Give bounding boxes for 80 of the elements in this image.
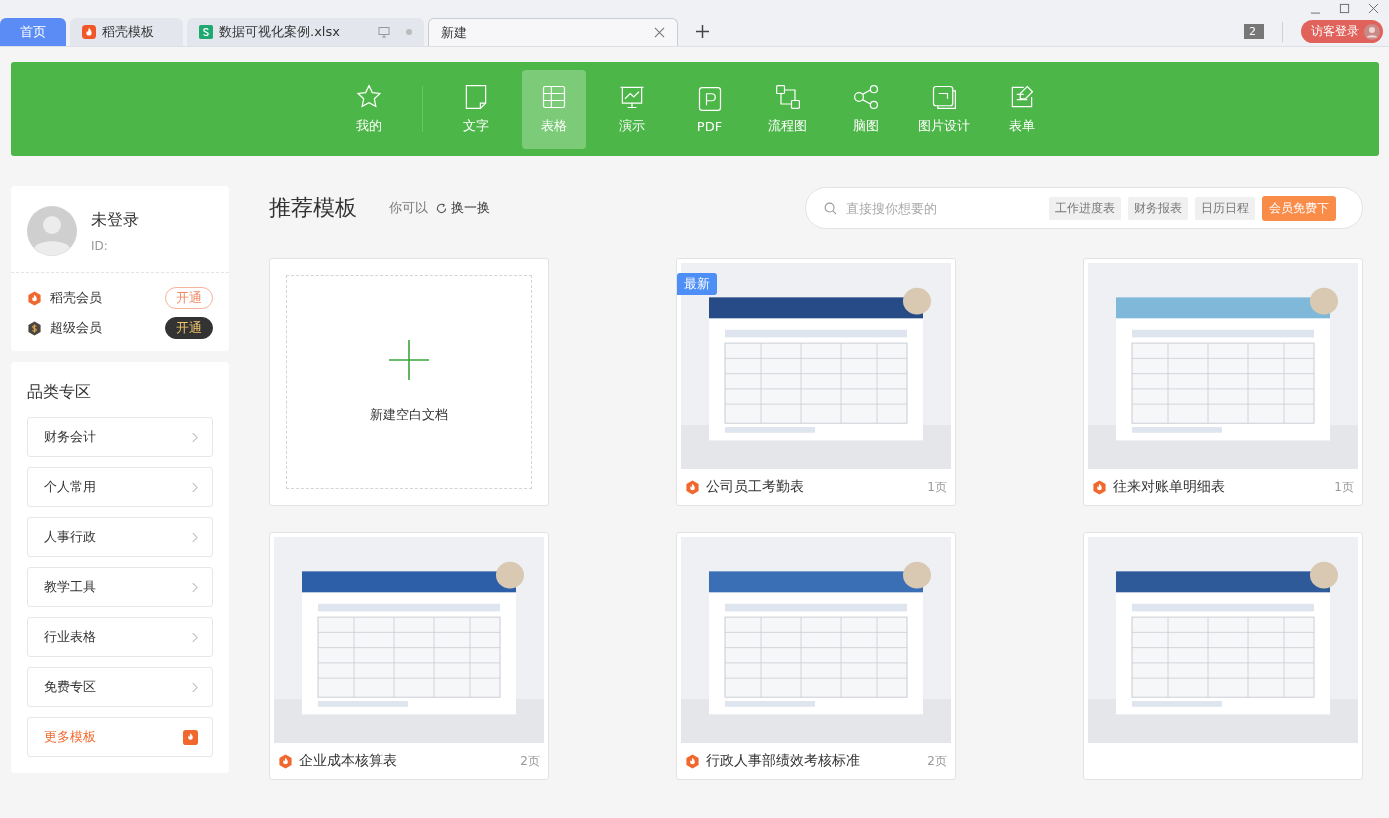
close-icon[interactable] bbox=[1368, 3, 1379, 14]
chevron-right-icon bbox=[191, 681, 198, 693]
hint-text: 你可以 bbox=[389, 199, 428, 217]
page-count: 1页 bbox=[1334, 478, 1354, 496]
tab[interactable]: 稻壳模板 bbox=[70, 18, 183, 46]
plus-icon bbox=[389, 340, 429, 380]
page-count: 1页 bbox=[927, 478, 947, 496]
mind-map-icon bbox=[851, 83, 880, 111]
search-tag[interactable]: 财务报表 bbox=[1128, 196, 1188, 220]
membership-name: 稻壳会员 bbox=[50, 289, 103, 307]
blank-document-card[interactable]: 新建空白文档 bbox=[269, 258, 549, 506]
template-card[interactable] bbox=[1083, 532, 1363, 780]
category-item[interactable]: 教学工具 bbox=[27, 567, 213, 607]
tab[interactable]: 首页 bbox=[0, 18, 66, 46]
tab[interactable]: 新建 bbox=[428, 18, 678, 46]
search-icon bbox=[824, 201, 837, 215]
maximize-icon[interactable] bbox=[1339, 3, 1350, 14]
search-tag[interactable]: 工作进度表 bbox=[1049, 196, 1121, 220]
chevron-right-icon bbox=[191, 531, 198, 543]
chevron-right-icon bbox=[191, 431, 198, 443]
window-count-badge[interactable]: 2 bbox=[1244, 24, 1264, 39]
tab[interactable]: 数据可视化案例.xlsx bbox=[187, 18, 424, 46]
close-icon[interactable] bbox=[654, 27, 665, 38]
category-item[interactable]: 财务会计 bbox=[27, 417, 213, 457]
template-title: 企业成本核算表 bbox=[299, 752, 398, 770]
template-card[interactable]: 行政人事部绩效考核标准 2页 bbox=[676, 532, 956, 780]
category-tab[interactable]: 演示 bbox=[599, 69, 664, 149]
avatar-icon bbox=[1364, 23, 1380, 40]
template-card[interactable]: 企业成本核算表 2页 bbox=[269, 532, 549, 780]
template-title: 往来对账单明细表 bbox=[1113, 478, 1226, 496]
category-tab[interactable]: 表单 bbox=[989, 69, 1054, 149]
flame-badge-icon bbox=[27, 290, 42, 306]
category-item[interactable]: 免费专区 bbox=[27, 667, 213, 707]
flowchart-icon bbox=[773, 83, 802, 111]
page-count: 2页 bbox=[927, 752, 947, 770]
template-card[interactable]: 往来对账单明细表 1页 bbox=[1083, 258, 1363, 506]
flame-badge-icon bbox=[278, 753, 293, 769]
refresh-icon bbox=[436, 202, 447, 214]
new-badge: 最新 bbox=[677, 273, 717, 295]
refresh-button[interactable]: 换一换 bbox=[436, 199, 490, 217]
flame-badge-icon bbox=[685, 479, 700, 495]
flame-badge-icon bbox=[1092, 479, 1107, 495]
user-name: 未登录 bbox=[91, 209, 139, 231]
section-title: 推荐模板 bbox=[269, 194, 357, 222]
flame-icon bbox=[82, 25, 96, 39]
category-tab[interactable]: 文字 bbox=[443, 69, 508, 149]
search-tag[interactable]: 日历日程 bbox=[1195, 196, 1255, 220]
flame-badge-icon bbox=[685, 753, 700, 769]
member-free-button[interactable]: 会员免费下 bbox=[1262, 195, 1336, 221]
chevron-right-icon bbox=[191, 481, 198, 493]
section-title: 品类专区 bbox=[27, 382, 92, 403]
guest-login-button[interactable]: 访客登录 bbox=[1301, 20, 1383, 43]
activate-button[interactable]: 开通 bbox=[165, 317, 213, 339]
template-card[interactable]: 最新 公司员工考勤表 1页 bbox=[676, 258, 956, 506]
activate-button[interactable]: 开通 bbox=[165, 287, 213, 309]
category-tab[interactable]: 图片设计 bbox=[911, 69, 976, 149]
membership-name: 超级会员 bbox=[50, 319, 103, 337]
template-title: 公司员工考勤表 bbox=[706, 478, 805, 496]
page-count: 2页 bbox=[520, 752, 540, 770]
card-label: 新建空白文档 bbox=[370, 406, 448, 424]
category-tab[interactable]: 流程图 bbox=[755, 69, 820, 149]
category-tab[interactable]: 我的 bbox=[336, 69, 401, 149]
category-item[interactable]: 行业表格 bbox=[27, 617, 213, 657]
new-tab-icon[interactable] bbox=[696, 25, 709, 38]
flame-icon bbox=[183, 729, 198, 745]
template-title: 行政人事部绩效考核标准 bbox=[706, 752, 861, 770]
dollar-badge-icon bbox=[27, 320, 42, 336]
spreadsheet-icon bbox=[199, 25, 213, 39]
category-tab[interactable]: PDF bbox=[677, 69, 742, 149]
user-id: ID: bbox=[91, 238, 109, 253]
category-item[interactable]: 个人常用 bbox=[27, 467, 213, 507]
chevron-right-icon bbox=[191, 631, 198, 643]
search-field[interactable]: 直接搜你想要的 工作进度表 财务报表 日历日程 会员免费下 bbox=[805, 187, 1363, 229]
more-templates-item[interactable]: 更多模板 bbox=[27, 717, 213, 757]
avatar-icon bbox=[27, 206, 77, 256]
category-tab[interactable]: 脑图 bbox=[833, 69, 898, 149]
category-item[interactable]: 人事行政 bbox=[27, 517, 213, 557]
chevron-right-icon bbox=[191, 581, 198, 593]
monitor-icon bbox=[378, 26, 390, 38]
unsaved-dot-icon bbox=[406, 29, 412, 35]
